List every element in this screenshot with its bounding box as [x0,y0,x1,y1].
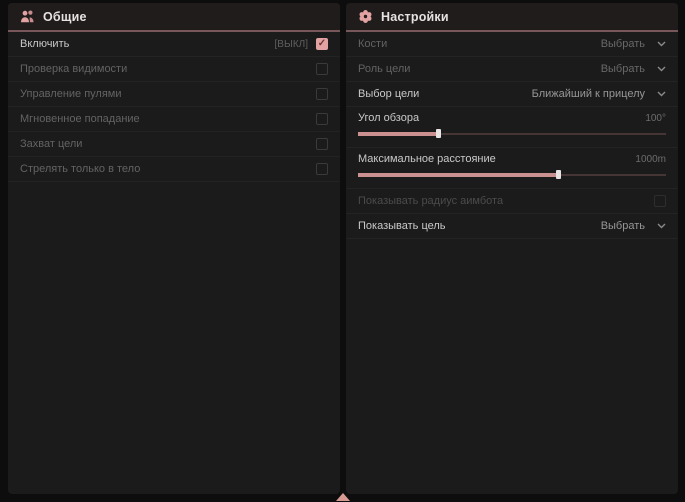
scroll-up-indicator[interactable] [336,493,350,501]
row-enable: Включить [ВЫКЛ] ✓ [8,32,340,57]
enable-label: Включить [20,38,69,50]
fov-slider-fill [358,132,438,136]
general-panel-title: Общие [43,10,87,24]
bones-label: Кости [358,38,387,50]
show-aimbot-radius-label: Показывать радиус аимбота [358,195,503,207]
row-bones: Кости Выбрать [346,32,678,57]
target-lock-checkbox[interactable]: ✓ [316,138,328,150]
enable-checkbox[interactable]: ✓ [316,38,328,50]
chevron-down-icon [657,41,666,47]
fov-value: 100° [645,113,666,124]
target-role-dropdown-value: Выбрать [601,63,645,75]
bullet-control-checkbox[interactable]: ✓ [316,88,328,100]
row-fov: Угол обзора 100° [346,107,678,148]
target-select-dropdown-value: Ближайший к прицелу [532,88,645,100]
row-target-role: Роль цели Выбрать [346,57,678,82]
row-target-lock: Захват цели ✓ [8,132,340,157]
row-body-only: Стрелять только в тело ✓ [8,157,340,182]
instant-hit-checkbox[interactable]: ✓ [316,113,328,125]
row-instant-hit: Мгновенное попадание ✓ [8,107,340,132]
fov-label: Угол обзора [358,112,419,124]
show-aimbot-radius-checkbox[interactable]: ✓ [654,195,666,207]
settings-panel: Настройки Кости Выбрать Роль цели Выбрат… [346,3,678,494]
visibility-check-checkbox[interactable]: ✓ [316,63,328,75]
row-target-select: Выбор цели Ближайший к прицелу [346,82,678,107]
users-icon [20,9,35,24]
enable-mode-tag: [ВЫКЛ] [275,39,308,50]
body-only-label: Стрелять только в тело [20,163,140,175]
show-target-dropdown-value: Выбрать [601,220,645,232]
body-only-checkbox[interactable]: ✓ [316,163,328,175]
max-distance-value: 1000m [635,154,666,165]
max-distance-label: Максимальное расстояние [358,153,496,165]
max-distance-slider[interactable] [358,170,666,179]
general-panel-header: Общие [8,3,340,32]
target-lock-label: Захват цели [20,138,82,150]
settings-rows: Кости Выбрать Роль цели Выбрать Выбор це… [346,32,678,239]
bullet-control-label: Управление пулями [20,88,122,100]
visibility-check-label: Проверка видимости [20,63,127,75]
target-role-label: Роль цели [358,63,410,75]
row-show-aimbot-radius: Показывать радиус аимбота ✓ [346,189,678,214]
max-distance-slider-fill [358,173,558,177]
general-rows: Включить [ВЫКЛ] ✓ Проверка видимости ✓ У… [8,32,340,182]
row-bullet-control: Управление пулями ✓ [8,82,340,107]
general-panel: Общие Включить [ВЫКЛ] ✓ Проверка видимос… [8,3,340,494]
bones-dropdown-value: Выбрать [601,38,645,50]
settings-panel-header: Настройки [346,3,678,32]
settings-panel-title: Настройки [381,10,449,24]
target-role-dropdown[interactable]: Выбрать [601,63,666,75]
chevron-down-icon [657,91,666,97]
bones-dropdown[interactable]: Выбрать [601,38,666,50]
instant-hit-label: Мгновенное попадание [20,113,140,125]
show-target-dropdown[interactable]: Выбрать [601,220,666,232]
gear-icon [358,9,373,24]
target-select-label: Выбор цели [358,88,419,100]
chevron-down-icon [657,223,666,229]
row-visibility-check: Проверка видимости ✓ [8,57,340,82]
fov-slider-handle[interactable] [436,129,441,138]
chevron-down-icon [657,66,666,72]
show-target-label: Показывать цель [358,220,446,232]
fov-slider[interactable] [358,129,666,138]
row-show-target: Показывать цель Выбрать [346,214,678,239]
row-max-distance: Максимальное расстояние 1000m [346,148,678,189]
max-distance-slider-handle[interactable] [556,170,561,179]
target-select-dropdown[interactable]: Ближайший к прицелу [532,88,666,100]
